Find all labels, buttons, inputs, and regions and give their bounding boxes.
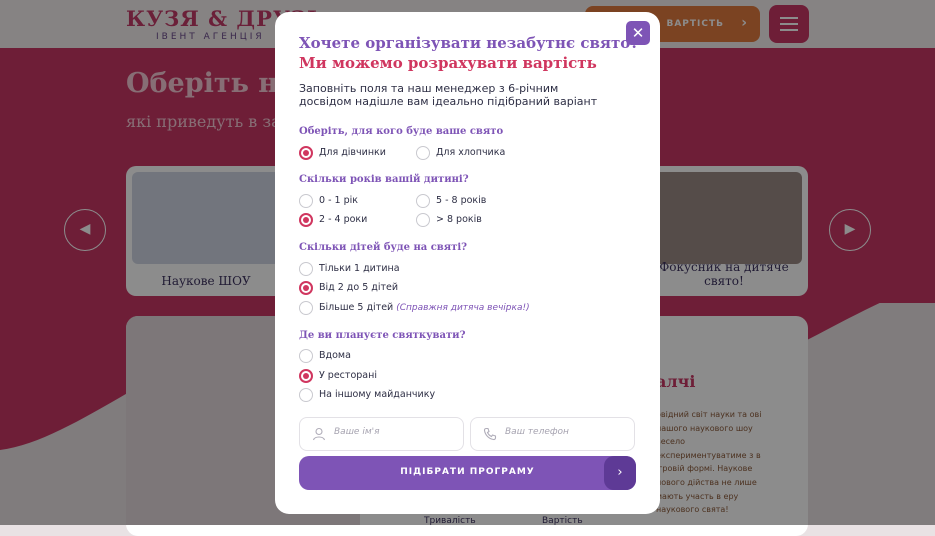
radio-button[interactable]: [299, 301, 313, 315]
option-label: Для дівчинки: [319, 147, 386, 158]
radio-button[interactable]: [416, 194, 430, 208]
question-for-whom: Оберіть, для кого буде ваше свято: [299, 126, 504, 137]
radio-button[interactable]: [299, 213, 313, 227]
name-field[interactable]: [299, 417, 464, 451]
option-label: Вдома: [319, 350, 351, 361]
name-input[interactable]: [332, 426, 456, 438]
radio-button[interactable]: [299, 194, 313, 208]
question-children-count: Скільки дітей буде на святі?: [299, 242, 467, 253]
radio-button[interactable]: [299, 281, 313, 295]
select-program-button[interactable]: ПІДІБРАТИ ПРОГРАМУ ›: [299, 456, 636, 490]
option-label: > 8 років: [436, 214, 482, 225]
option-label: Для хлопчика: [436, 147, 506, 158]
modal-title: Хочете організувати незабутнє свято?: [299, 34, 640, 52]
phone-field[interactable]: [470, 417, 635, 451]
option-label: На іншому майданчику: [319, 389, 436, 400]
modal-description: Заповніть поля та наш менеджер з 6-річни…: [299, 82, 598, 108]
select-program-label: ПІДІБРАТИ ПРОГРАМУ: [400, 467, 535, 477]
question-child-age: Скільки років вашій дитині?: [299, 174, 469, 185]
radio-button[interactable]: [416, 213, 430, 227]
radio-button[interactable]: [416, 146, 430, 160]
chevron-right-icon: ›: [604, 456, 636, 490]
option-label: Більше 5 дітей: [319, 302, 394, 313]
modal-subtitle: Ми можемо розрахувати вартість: [299, 54, 597, 72]
radio-button[interactable]: [299, 349, 313, 363]
radio-button[interactable]: [299, 388, 313, 402]
option-label: 0 - 1 рік: [319, 195, 358, 206]
option-label: 2 - 4 роки: [319, 214, 368, 225]
option-label-wrap: Більше 5 дітей (Справжня дитяча вечірка!…: [319, 302, 530, 313]
option-label: Від 2 до 5 дітей: [319, 282, 399, 293]
price-calculator-modal: ✕ Хочете організувати незабутнє свято? М…: [275, 12, 660, 514]
phone-input[interactable]: [503, 426, 627, 438]
option-note: (Справжня дитяча вечірка!): [396, 303, 530, 313]
option-label: Тільки 1 дитина: [319, 263, 400, 274]
radio-button[interactable]: [299, 262, 313, 276]
user-icon: [312, 427, 326, 441]
option-label: 5 - 8 років: [436, 195, 487, 206]
phone-icon: [483, 427, 497, 441]
radio-button[interactable]: [299, 146, 313, 160]
option-label: У ресторані: [319, 370, 377, 381]
question-venue: Де ви плануєте святкувати?: [299, 330, 466, 341]
radio-button[interactable]: [299, 369, 313, 383]
